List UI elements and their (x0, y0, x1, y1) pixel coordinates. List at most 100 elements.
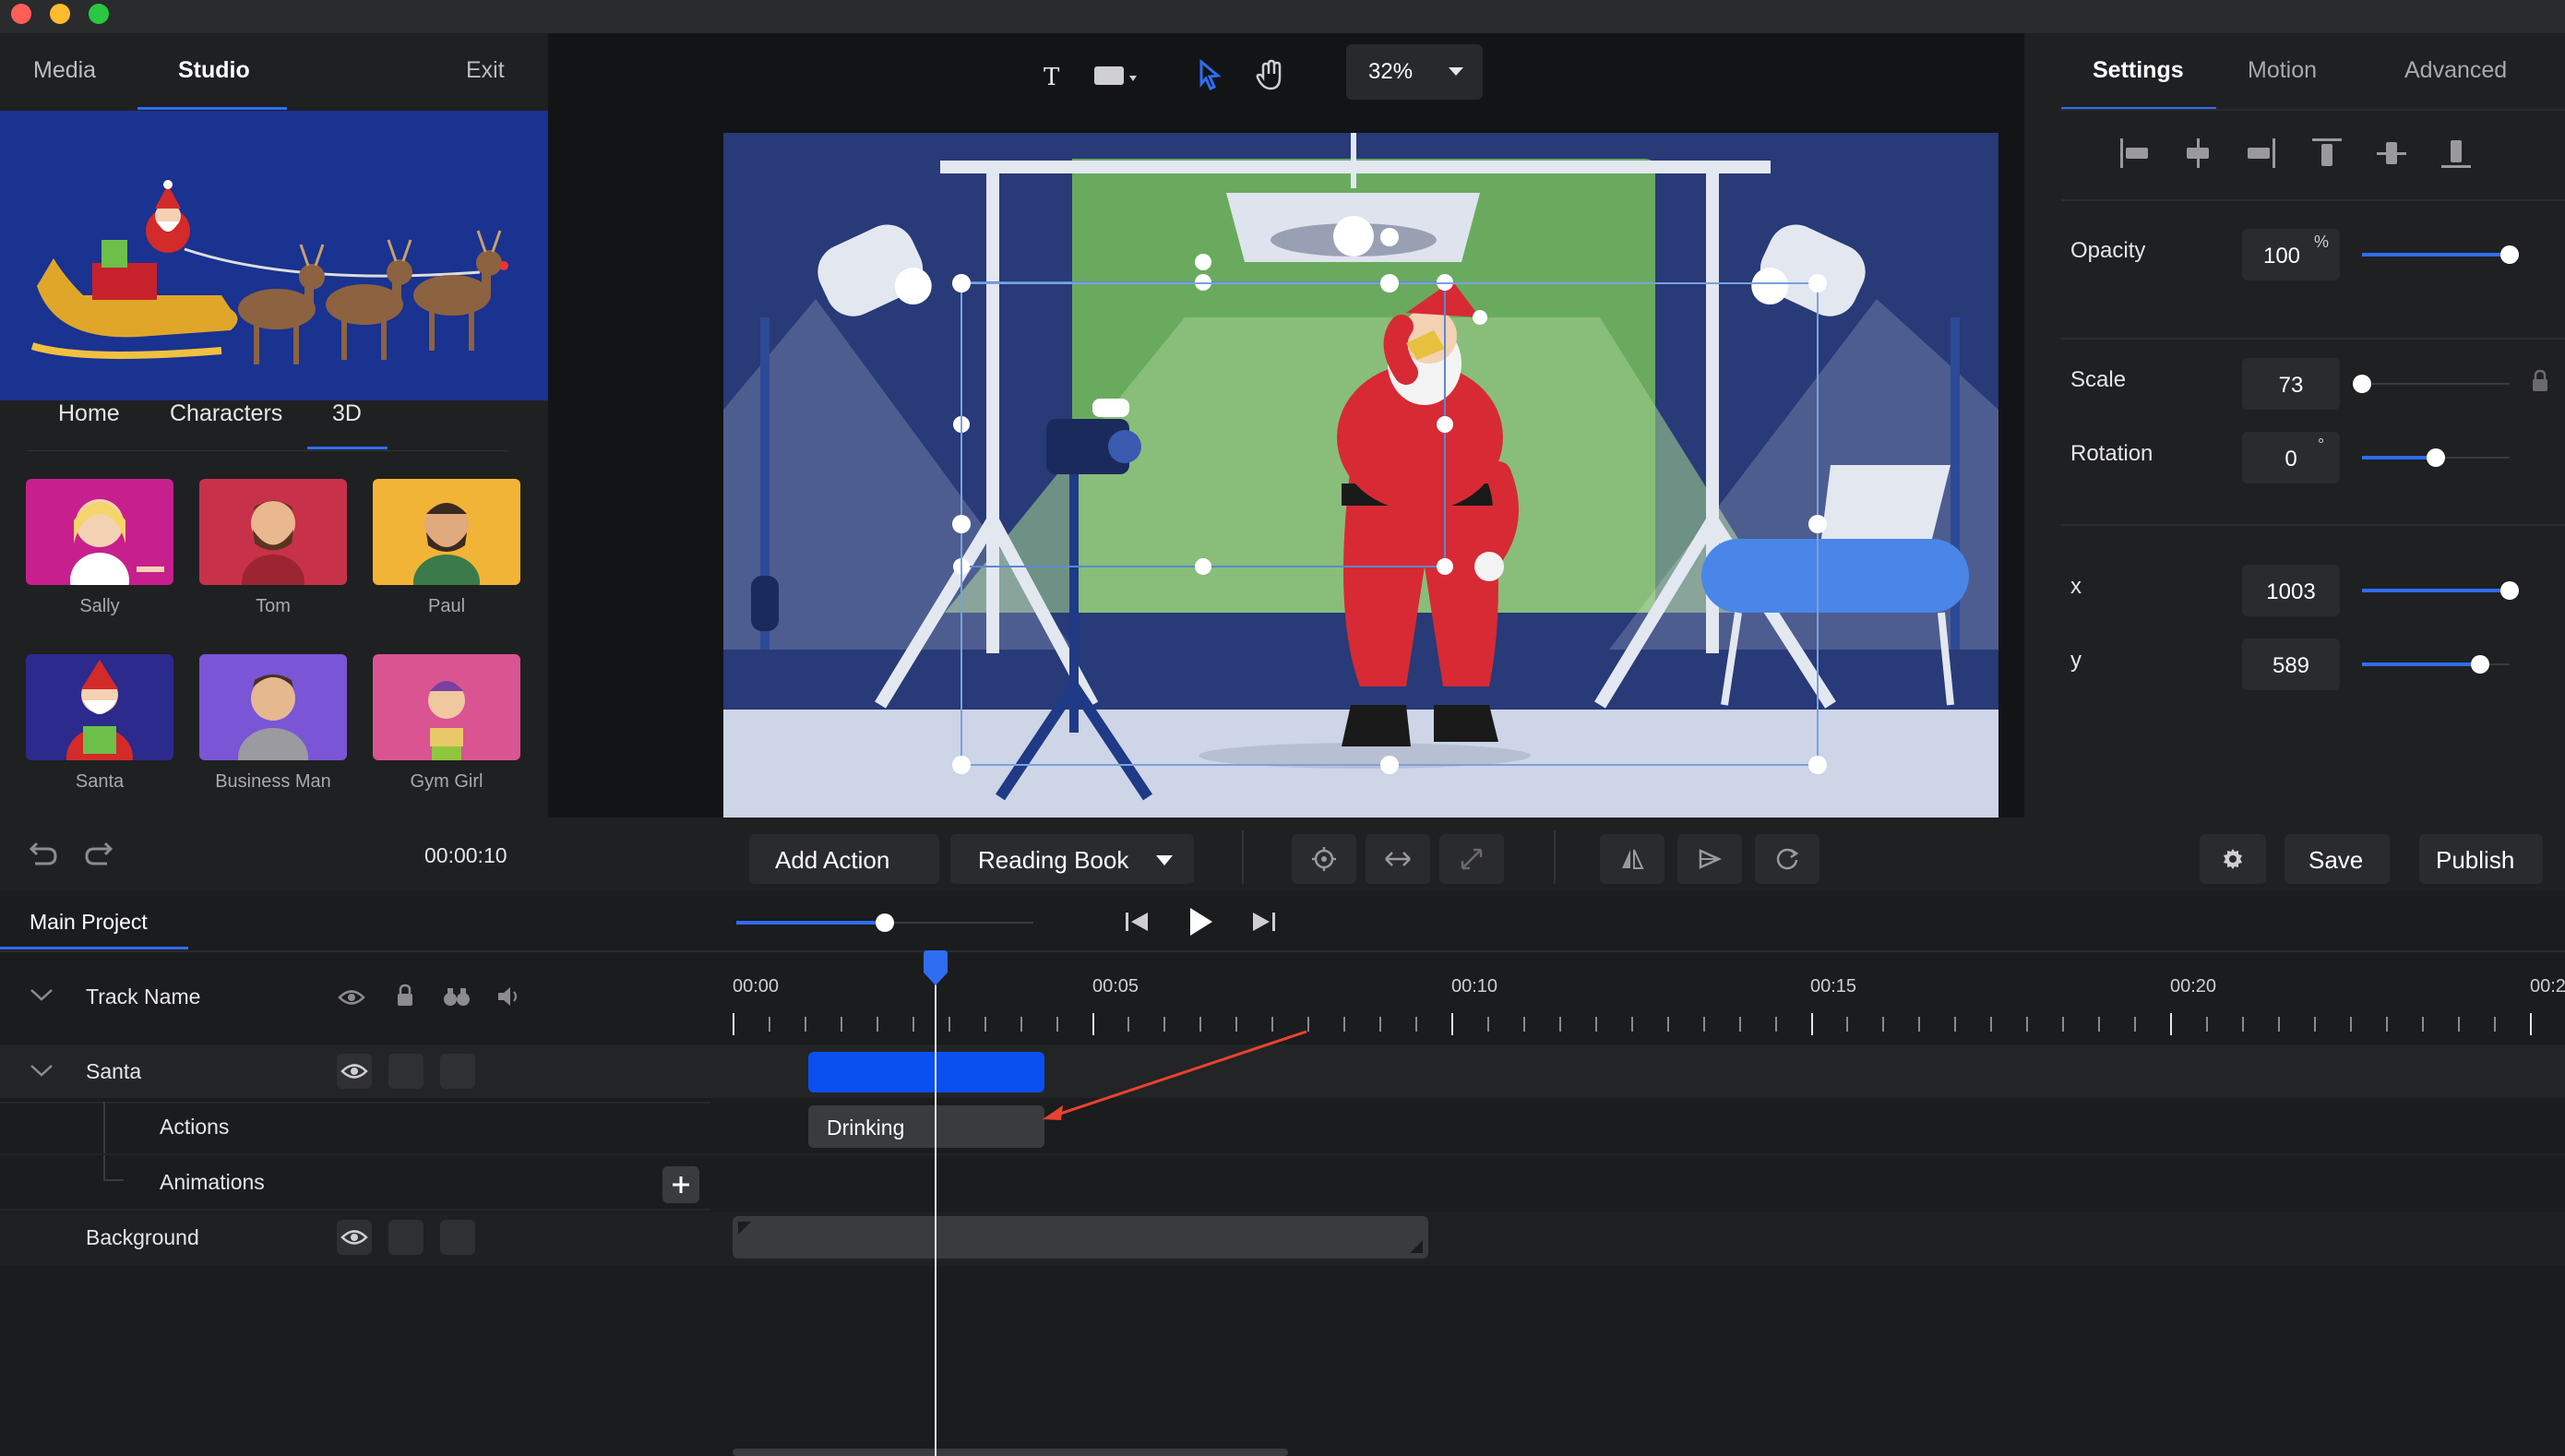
tick-mark (1954, 1017, 1956, 1032)
slider-knob[interactable] (2500, 581, 2519, 600)
lock-toggle[interactable] (388, 1054, 424, 1089)
direction-button[interactable] (1677, 834, 1742, 884)
skip-forward-icon[interactable] (1249, 910, 1277, 934)
category-tab-characters[interactable]: Characters (170, 400, 282, 427)
speaker-icon[interactable] (496, 985, 524, 1008)
solo-toggle[interactable] (440, 1054, 475, 1089)
tick-mark (1595, 1017, 1597, 1032)
tab-main-project[interactable]: Main Project (30, 910, 148, 935)
publish-button[interactable]: Publish (2419, 834, 2543, 884)
slider-knob[interactable] (2471, 655, 2489, 674)
align-left-icon[interactable] (2117, 135, 2153, 172)
tick-label: 00:15 (1810, 976, 1857, 997)
tick-mark (2170, 1013, 2172, 1035)
character-thumb-sally[interactable] (26, 479, 173, 585)
lock-toggle[interactable] (388, 1220, 424, 1255)
timeline-scrollbar[interactable] (733, 1449, 1288, 1456)
redo-icon[interactable] (83, 840, 114, 867)
character-thumb-gym-girl[interactable] (373, 654, 520, 760)
category-tab-3d[interactable]: 3D (332, 400, 362, 427)
scale-slider[interactable] (2353, 373, 2510, 395)
binoculars-icon[interactable] (443, 985, 471, 1008)
tick-mark (733, 1013, 734, 1035)
chevron-down-icon (1155, 854, 1174, 867)
settings-button[interactable] (2200, 834, 2266, 884)
slider-knob[interactable] (2427, 448, 2445, 467)
chevron-down-icon (1448, 66, 1464, 78)
scale-input[interactable]: 73 (2242, 358, 2340, 410)
select-tool-icon[interactable] (1196, 59, 1223, 90)
opacity-slider[interactable] (2362, 244, 2519, 266)
time-ruler[interactable]: 00:00 00:05 00:10 00:15 00:20 00:2 (729, 954, 2565, 1043)
hand-tool-icon[interactable] (1255, 59, 1286, 90)
character-thumb-tom[interactable] (199, 479, 347, 585)
santa-clip[interactable] (808, 1052, 1044, 1092)
opacity-label: Opacity (2070, 238, 2146, 263)
y-slider[interactable] (2362, 653, 2510, 675)
playhead-handle[interactable] (922, 950, 949, 987)
scene-canvas[interactable] (723, 133, 1998, 819)
align-center-icon[interactable] (2179, 135, 2216, 172)
solo-toggle[interactable] (440, 1220, 475, 1255)
lock-icon[interactable] (2530, 369, 2550, 393)
track-row-santa[interactable] (0, 1044, 2565, 1098)
slider-knob[interactable] (2500, 245, 2519, 264)
skip-back-icon[interactable] (1124, 910, 1151, 934)
expand-icon (1459, 846, 1485, 872)
play-icon[interactable] (1187, 906, 1214, 937)
align-right-icon[interactable] (2242, 135, 2279, 172)
flip-horizontal-button[interactable] (1366, 834, 1430, 884)
tab-settings[interactable]: Settings (2093, 57, 2184, 84)
add-action-button[interactable]: Add Action (749, 834, 939, 884)
action-preset-dropdown[interactable]: Reading Book (950, 834, 1194, 884)
x-input[interactable]: 1003 (2242, 565, 2340, 616)
rotate-button[interactable] (1755, 834, 1819, 884)
publish-label: Publish (2436, 846, 2515, 874)
character-thumb-santa[interactable] (26, 654, 173, 760)
timeline-zoom-slider[interactable] (736, 912, 1033, 934)
target-button[interactable] (1292, 834, 1356, 884)
action-clip[interactable]: Drinking (808, 1105, 1044, 1148)
background-clip[interactable] (733, 1216, 1428, 1259)
svg-text:T: T (1044, 64, 1060, 89)
tick-mark (2062, 1017, 2064, 1032)
tab-motion[interactable]: Motion (2248, 57, 2317, 84)
text-tool-icon[interactable]: T (1039, 61, 1067, 89)
chevron-down-icon[interactable] (30, 1063, 54, 1078)
shape-tool-icon[interactable] (1092, 61, 1148, 89)
tick-mark (984, 1017, 986, 1032)
undo-icon[interactable] (28, 840, 59, 867)
chevron-down-icon[interactable] (30, 987, 54, 1002)
y-input[interactable]: 589 (2242, 638, 2340, 690)
align-middle-icon[interactable] (2373, 135, 2410, 172)
character-name: Sally (79, 596, 120, 616)
minimize-window-button[interactable] (50, 4, 70, 24)
tab-advanced[interactable]: Advanced (2404, 57, 2507, 84)
tab-studio[interactable]: Studio (178, 57, 250, 84)
category-tab-home[interactable]: Home (58, 400, 120, 427)
x-slider[interactable] (2362, 579, 2519, 602)
mirror-button[interactable] (1600, 834, 1664, 884)
align-bottom-icon[interactable] (2438, 135, 2475, 172)
character-thumb-paul[interactable] (373, 479, 520, 585)
exit-button[interactable]: Exit (466, 57, 505, 84)
rotation-slider[interactable] (2362, 447, 2510, 469)
save-button[interactable]: Save (2285, 834, 2390, 884)
character-thumb-business-man[interactable] (199, 654, 347, 760)
lock-icon[interactable] (395, 984, 415, 1008)
slider-knob[interactable] (2353, 375, 2371, 393)
resize-button[interactable] (1439, 834, 1504, 884)
close-window-button[interactable] (11, 4, 31, 24)
visibility-toggle[interactable] (337, 1220, 372, 1255)
tab-media[interactable]: Media (33, 57, 96, 84)
scene-preview-image[interactable] (0, 111, 548, 400)
visibility-toggle[interactable] (337, 1054, 372, 1089)
maximize-window-button[interactable] (89, 4, 109, 24)
zoom-dropdown[interactable]: 32% (1346, 44, 1483, 100)
add-animation-button[interactable] (662, 1166, 699, 1203)
slider-knob[interactable] (876, 913, 894, 932)
eye-icon[interactable] (338, 987, 365, 1008)
align-top-icon[interactable] (2308, 135, 2345, 172)
opacity-input[interactable]: 100 % (2242, 229, 2340, 280)
rotation-input[interactable]: 0 ° (2242, 432, 2340, 483)
